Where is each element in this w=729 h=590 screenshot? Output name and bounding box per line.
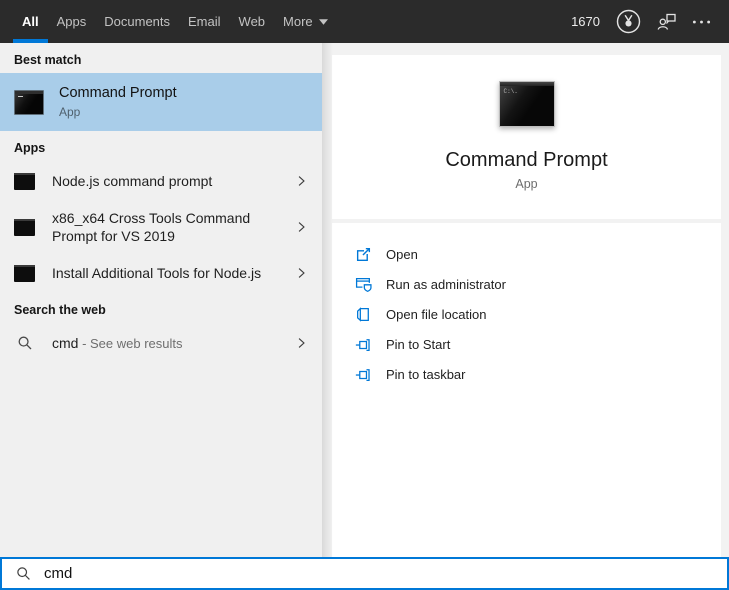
preview-panel: Command Prompt App Open Run as administr…: [322, 43, 729, 557]
results-list-panel: Best match Command Prompt App Apps Node.…: [0, 43, 322, 557]
search-box: [0, 557, 729, 590]
command-prompt-icon-large: [498, 81, 555, 127]
terminal-icon: [14, 218, 35, 236]
open-window-icon: [356, 247, 371, 261]
app-item-title: Install Additional Tools for Node.js: [52, 264, 262, 281]
best-match-subtitle: App: [59, 105, 81, 119]
action-label: Pin to Start: [386, 336, 451, 352]
search-filter-bar: All Apps Documents Email Web More 1670: [0, 0, 729, 43]
search-icon: [14, 335, 35, 351]
chevron-right-icon[interactable]: [295, 266, 308, 280]
chevron-right-icon[interactable]: [295, 220, 308, 234]
tab-apps[interactable]: Apps: [48, 0, 96, 43]
app-item-install-additional-tools[interactable]: Install Additional Tools for Node.js: [0, 253, 322, 293]
section-heading-apps: Apps: [14, 141, 46, 155]
app-item-title: Node.js command prompt: [52, 172, 213, 189]
chevron-right-icon[interactable]: [295, 336, 308, 350]
app-item-nodejs-command-prompt[interactable]: Node.js command prompt: [0, 161, 322, 201]
action-open[interactable]: Open: [332, 239, 721, 269]
terminal-icon: [14, 264, 35, 282]
web-query-text: cmd: [52, 335, 79, 351]
pin-icon: [355, 338, 370, 351]
terminal-icon: [14, 172, 35, 190]
preview-app-title: Command Prompt: [445, 149, 608, 171]
action-label: Open file location: [386, 306, 487, 322]
preview-actions-card: Open Run as administrator Open file loca…: [332, 223, 721, 557]
filter-tabs: All Apps Documents Email Web More: [13, 0, 337, 43]
feedback-person-icon[interactable]: [657, 13, 677, 31]
tab-documents-label: Documents: [104, 14, 171, 29]
search-input[interactable]: [31, 565, 727, 582]
windows-search-flyout: All Apps Documents Email Web More 1670 B…: [0, 0, 729, 590]
action-pin-to-taskbar[interactable]: Pin to taskbar: [332, 359, 721, 389]
action-run-as-administrator[interactable]: Run as administrator: [332, 269, 721, 299]
rewards-points: 1670: [571, 14, 600, 29]
command-prompt-icon: [14, 89, 44, 115]
app-item-x86-x64-cross-tools[interactable]: x86_x64 Cross Tools Command Prompt for V…: [0, 201, 322, 253]
section-heading-best-match: Best match: [14, 53, 82, 67]
best-match-item-command-prompt[interactable]: Command Prompt App: [0, 73, 322, 131]
tab-email[interactable]: Email: [179, 0, 230, 43]
tab-documents[interactable]: Documents: [95, 0, 179, 43]
action-label: Open: [386, 246, 418, 262]
best-match-title: Command Prompt: [59, 85, 177, 101]
pin-icon: [355, 368, 370, 381]
tab-email-label: Email: [188, 14, 221, 29]
action-pin-to-start[interactable]: Pin to Start: [332, 329, 721, 359]
search-icon: [16, 566, 31, 581]
topbar-right-cluster: 1670: [571, 0, 729, 43]
web-search-item-cmd[interactable]: cmd - See web results: [0, 323, 322, 363]
best-match-text: Command Prompt App: [59, 85, 177, 119]
preview-app-subtitle: App: [515, 177, 538, 191]
admin-shield-icon: [355, 277, 372, 292]
more-options-ellipsis-icon[interactable]: [692, 20, 711, 24]
file-location-icon: [357, 306, 369, 322]
preview-header-card: Command Prompt App: [332, 55, 721, 219]
action-label: Pin to taskbar: [386, 366, 466, 382]
web-suffix-text: - See web results: [78, 335, 183, 351]
tab-all[interactable]: All: [13, 0, 48, 43]
search-results-area: Best match Command Prompt App Apps Node.…: [0, 43, 729, 557]
section-heading-search-the-web: Search the web: [14, 303, 106, 317]
action-label: Run as administrator: [386, 276, 506, 292]
tab-apps-label: Apps: [56, 14, 87, 29]
chevron-down-icon: [318, 18, 328, 25]
rewards-medal-icon[interactable]: [615, 8, 642, 35]
chevron-right-icon[interactable]: [295, 174, 308, 188]
tab-more-label: More: [283, 14, 313, 29]
tab-all-label: All: [22, 14, 39, 29]
action-open-file-location[interactable]: Open file location: [332, 299, 721, 329]
tab-web-label: Web: [238, 14, 266, 29]
tab-more[interactable]: More: [274, 0, 337, 43]
app-item-title: x86_x64 Cross Tools Command Prompt for V…: [52, 209, 251, 244]
tab-web[interactable]: Web: [230, 0, 275, 43]
